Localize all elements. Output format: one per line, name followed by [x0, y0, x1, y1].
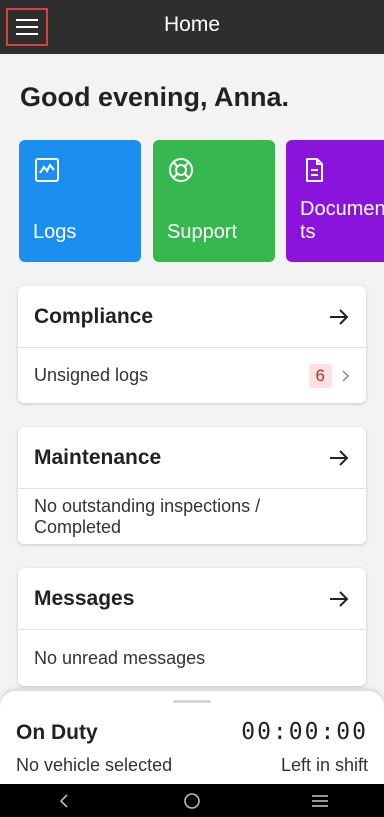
logs-tile[interactable]: Logs: [19, 140, 141, 262]
messages-header[interactable]: Messages: [18, 568, 366, 630]
home-icon[interactable]: [172, 784, 212, 817]
duty-status: On Duty: [16, 721, 98, 744]
arrow-right-icon: [330, 449, 349, 466]
shift-timer: 00:00:00: [241, 719, 368, 745]
document-icon: [306, 158, 323, 182]
unsigned-logs-row[interactable]: Unsigned logs 6: [18, 348, 366, 403]
arrow-right-icon: [330, 590, 349, 607]
messages-card: Messages No unread messages: [18, 568, 366, 686]
sheet-drag-handle[interactable]: [173, 700, 211, 703]
maintenance-status-line-2: Completed: [34, 516, 122, 537]
app-bar: Home: [0, 0, 384, 54]
recents-icon[interactable]: [300, 784, 340, 817]
system-nav-bar: [0, 784, 384, 817]
compliance-card: Compliance Unsigned logs 6: [18, 286, 366, 403]
documents-tile[interactable]: Documen ts: [286, 140, 384, 262]
maintenance-status-line-1: No outstanding inspections /: [34, 495, 261, 516]
unsigned-logs-count-badge: 6: [308, 363, 332, 388]
vehicle-status: No vehicle selected: [16, 755, 173, 775]
logs-tile-label: Logs: [33, 221, 77, 243]
greeting-heading: Good evening, Anna.: [20, 82, 290, 112]
compliance-header[interactable]: Compliance: [18, 286, 366, 348]
documents-label-line-2: ts: [300, 221, 316, 243]
support-tile-label: Support: [167, 221, 238, 243]
duty-status-sheet[interactable]: On Duty 00:00:00 No vehicle selected Lef…: [0, 691, 384, 784]
unsigned-logs-label: Unsigned logs: [34, 365, 149, 385]
maintenance-header[interactable]: Maintenance: [18, 427, 366, 489]
messages-status: No unread messages: [34, 647, 206, 668]
support-tile[interactable]: Support: [153, 140, 275, 262]
maintenance-status: No outstanding inspections / Completed: [18, 489, 366, 544]
chart-icon: [35, 158, 59, 182]
documents-tile-label: Documen ts: [300, 198, 384, 244]
compliance-title: Compliance: [34, 304, 154, 328]
back-icon[interactable]: [44, 784, 84, 817]
documents-label-line-1: Documen: [300, 198, 384, 220]
messages-title: Messages: [34, 586, 135, 610]
shift-remaining-label: Left in shift: [280, 755, 368, 775]
maintenance-title: Maintenance: [34, 445, 162, 469]
chevron-right-icon: [342, 369, 350, 382]
maintenance-card: Maintenance No outstanding inspections /…: [18, 427, 366, 544]
page-title: Home: [163, 13, 221, 36]
arrow-right-icon: [330, 308, 349, 325]
lifebuoy-icon: [169, 158, 193, 182]
